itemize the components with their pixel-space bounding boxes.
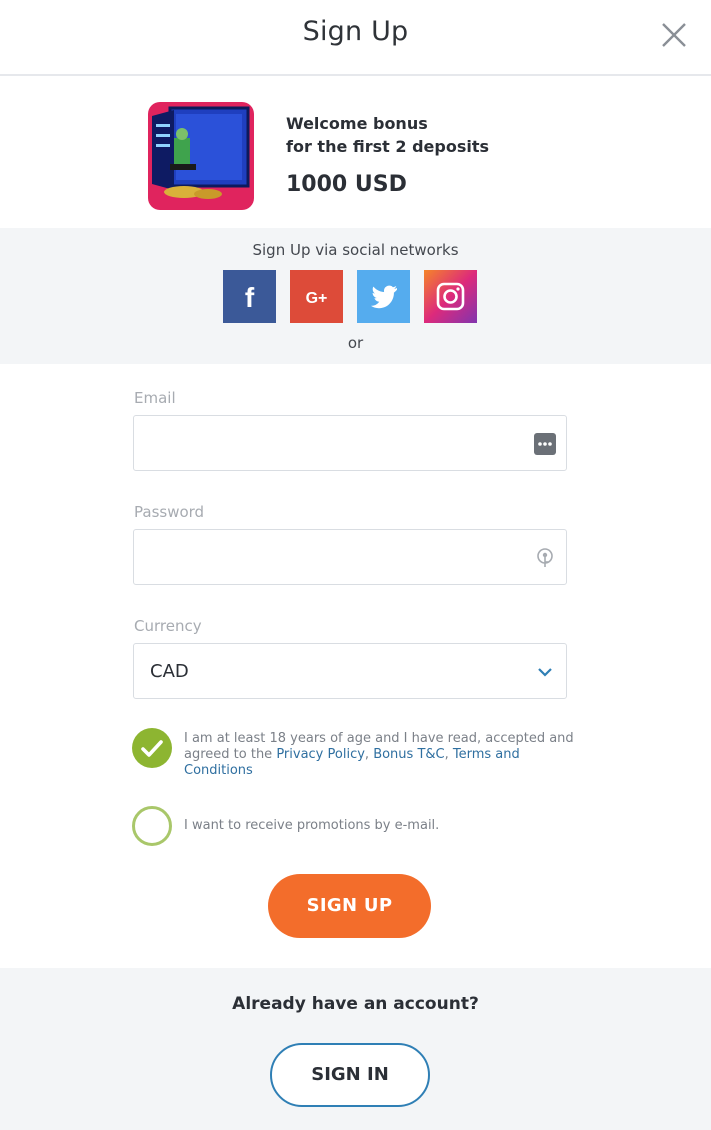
key-icon[interactable]	[534, 547, 556, 569]
social-signup-section: Sign Up via social networks f G+ or	[0, 228, 711, 364]
currency-value: CAD	[150, 661, 189, 682]
terms-checkbox[interactable]	[132, 728, 172, 768]
bonus-terms-link[interactable]: Bonus T&C	[373, 747, 444, 762]
twitter-button[interactable]	[357, 270, 410, 323]
welcome-bonus: Welcome bonus for the first 2 deposits 1…	[0, 78, 711, 228]
sign-up-button[interactable]: SIGN UP	[268, 874, 431, 938]
google-plus-icon: G+	[306, 290, 328, 307]
autofill-icon[interactable]	[534, 433, 556, 455]
terms-text: I am at least 18 years of age and I have…	[184, 731, 574, 778]
or-divider: or	[347, 334, 364, 352]
sign-in-section: Already have an account? SIGN IN	[0, 968, 711, 1130]
chevron-down-icon	[538, 668, 552, 677]
safe-illustration-icon	[148, 102, 254, 210]
privacy-policy-link[interactable]: Privacy Policy	[276, 747, 365, 762]
page-title: Sign Up	[302, 16, 409, 47]
promotions-checkbox[interactable]	[132, 806, 172, 846]
email-field[interactable]	[133, 415, 567, 471]
already-have-account-text: Already have an account?	[232, 994, 479, 1014]
bonus-amount: 1000 USD	[286, 172, 407, 197]
currency-label: Currency	[134, 617, 202, 635]
social-label: Sign Up via social networks	[252, 241, 459, 259]
close-icon[interactable]	[661, 22, 687, 48]
password-label: Password	[134, 503, 205, 521]
facebook-icon: f	[245, 282, 255, 313]
password-field[interactable]	[133, 529, 567, 585]
email-label: Email	[134, 389, 176, 407]
sign-in-button[interactable]: SIGN IN	[270, 1043, 430, 1107]
google-plus-button[interactable]: G+	[290, 270, 343, 323]
modal-header: Sign Up	[0, 0, 711, 76]
checkmark-icon	[141, 740, 163, 757]
bonus-subtitle: for the first 2 deposits	[286, 137, 489, 156]
currency-select[interactable]: CAD	[133, 643, 567, 699]
instagram-button[interactable]	[424, 270, 477, 323]
bonus-title: Welcome bonus	[286, 114, 428, 133]
twitter-icon	[371, 285, 397, 309]
instagram-icon	[436, 282, 465, 311]
promotions-text: I want to receive promotions by e-mail.	[184, 818, 440, 833]
facebook-button[interactable]: f	[223, 270, 276, 323]
svg-text:f: f	[245, 282, 255, 313]
svg-text:G+: G+	[306, 290, 328, 307]
